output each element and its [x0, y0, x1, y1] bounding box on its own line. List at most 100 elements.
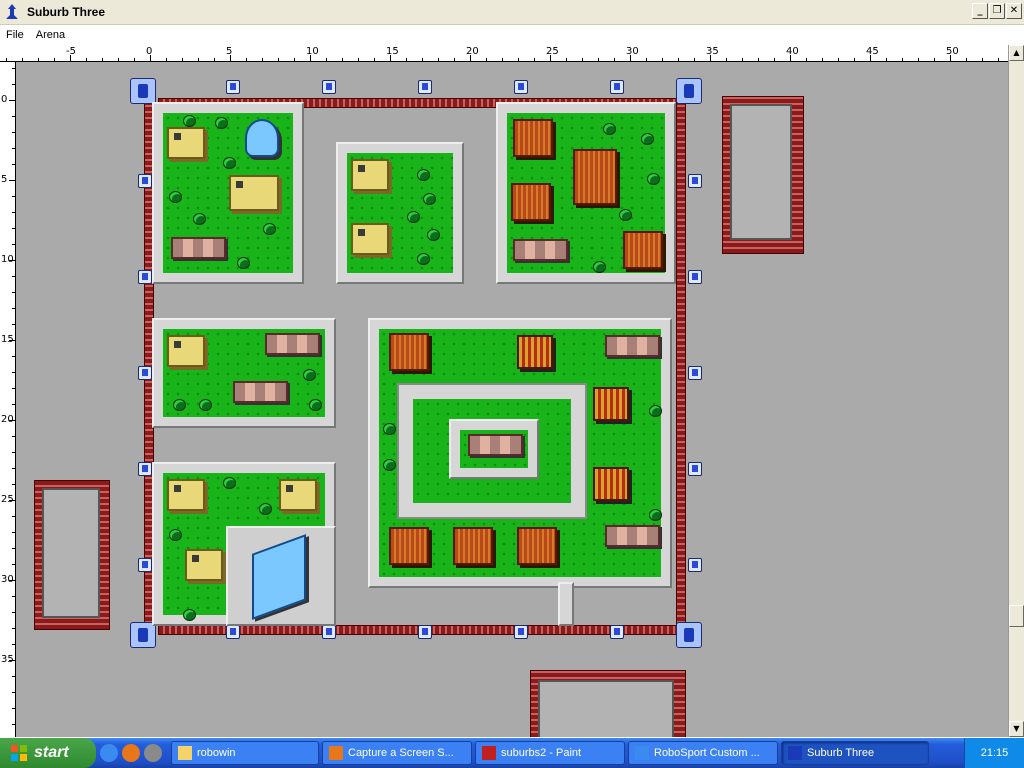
- start-button[interactable]: start: [0, 738, 96, 768]
- menu-file[interactable]: File: [0, 29, 30, 41]
- ruler-tick: [182, 58, 183, 61]
- vertical-scrollbar[interactable]: ▲ ▼: [1008, 45, 1024, 737]
- house-yellow: [351, 223, 389, 255]
- empty-pit: [42, 488, 100, 618]
- wall-turret-icon: [610, 625, 624, 639]
- tree-icon: [417, 253, 430, 265]
- ruler-tick: [12, 324, 15, 325]
- wall-turret-icon: [226, 80, 240, 94]
- taskbar-item[interactable]: RoboSport Custom ...: [628, 741, 778, 765]
- ruler-tick: [550, 55, 551, 61]
- house-striped: [593, 467, 629, 501]
- ruler-tick: [278, 58, 279, 61]
- wall-turret-icon: [688, 270, 702, 284]
- ruler-tick: [9, 260, 15, 261]
- ie-icon[interactable]: [100, 744, 118, 762]
- house-red: [623, 231, 663, 269]
- close-button[interactable]: ✕: [1006, 3, 1022, 19]
- house-red: [453, 527, 493, 565]
- ruler-tick: [102, 58, 103, 61]
- tank-building: [245, 119, 279, 157]
- ruler-tick: [12, 452, 15, 453]
- ruler-tick: [12, 212, 15, 213]
- firefox-icon[interactable]: [122, 744, 140, 762]
- tree-icon: [383, 459, 396, 471]
- vertical-ruler: 0 5 10 15 20 25 30 35: [0, 62, 16, 737]
- house-long: [171, 237, 226, 259]
- down-arrow-icon[interactable]: ▼: [1009, 721, 1024, 737]
- wall-turret-icon: [138, 174, 152, 188]
- ruler-x-label: 10: [306, 46, 319, 57]
- ruler-tick: [86, 58, 87, 61]
- menu-arena[interactable]: Arena: [30, 29, 71, 41]
- ruler-tick: [230, 55, 231, 61]
- ruler-tick: [12, 676, 15, 677]
- ruler-tick: [12, 164, 15, 165]
- folder-icon: [178, 746, 192, 760]
- ruler-tick: [12, 372, 15, 373]
- ruler-tick: [806, 58, 807, 61]
- ruler-tick: [166, 58, 167, 61]
- window-icon: [635, 746, 649, 760]
- ruler-tick: [12, 692, 15, 693]
- house-long: [513, 239, 568, 261]
- ruler-tick: [9, 180, 15, 181]
- ruler-tick: [742, 58, 743, 61]
- house-red: [389, 333, 429, 371]
- ruler-tick: [150, 55, 151, 61]
- blue-building: [252, 534, 306, 620]
- tree-icon: [641, 133, 654, 145]
- tree-icon: [173, 399, 186, 411]
- ruler-tick: [662, 58, 663, 61]
- taskbar: start robowin Capture a Screen S... suburb…: [0, 738, 1024, 768]
- tree-icon: [649, 509, 662, 521]
- ruler-tick: [12, 244, 15, 245]
- taskbar-item-label: Capture a Screen S...: [348, 747, 454, 759]
- ruler-x-label: 45: [866, 46, 879, 57]
- ruler-tick: [326, 58, 327, 61]
- scroll-thumb[interactable]: [1009, 605, 1024, 627]
- ruler-tick: [886, 58, 887, 61]
- firefox-icon: [329, 746, 343, 760]
- restore-button[interactable]: ❐: [989, 3, 1005, 19]
- house-red: [573, 149, 617, 205]
- house-yellow: [167, 335, 205, 367]
- taskbar-item[interactable]: Capture a Screen S...: [322, 741, 472, 765]
- ruler-tick: [838, 58, 839, 61]
- tree-icon: [237, 257, 250, 269]
- arena-canvas[interactable]: [16, 62, 1008, 737]
- ruler-tick: [982, 58, 983, 61]
- ruler-tick: [12, 596, 15, 597]
- ruler-tick: [534, 58, 535, 61]
- minimize-button[interactable]: _: [972, 3, 988, 19]
- taskbar-item[interactable]: suburbs2 - Paint: [475, 741, 625, 765]
- ruler-tick: [774, 58, 775, 61]
- up-arrow-icon[interactable]: ▲: [1009, 45, 1024, 61]
- house-yellow: [185, 549, 223, 581]
- empty-pit: [538, 680, 674, 737]
- ruler-tick: [12, 292, 15, 293]
- misc-icon[interactable]: [144, 744, 162, 762]
- ruler-x-label: 25: [546, 46, 559, 57]
- ruler-tick: [12, 276, 15, 277]
- ruler-tick: [12, 148, 15, 149]
- tree-icon: [223, 477, 236, 489]
- house-long: [468, 434, 523, 456]
- taskbar-item[interactable]: Suburb Three: [781, 741, 929, 765]
- tree-icon: [193, 213, 206, 225]
- ruler-tick: [12, 516, 15, 517]
- ruler-tick: [134, 58, 135, 61]
- ruler-tick: [502, 58, 503, 61]
- inner-block: [449, 419, 539, 479]
- ruler-tick: [12, 388, 15, 389]
- ruler-tick: [12, 356, 15, 357]
- ruler-tick: [12, 724, 15, 725]
- ruler-tick: [918, 58, 919, 61]
- ruler-tick: [406, 58, 407, 61]
- taskbar-item[interactable]: robowin: [171, 741, 319, 765]
- ruler-tick: [790, 55, 791, 61]
- tree-icon: [649, 405, 662, 417]
- ruler-tick: [646, 58, 647, 61]
- tree-icon: [593, 261, 606, 273]
- ruler-tick: [118, 58, 119, 61]
